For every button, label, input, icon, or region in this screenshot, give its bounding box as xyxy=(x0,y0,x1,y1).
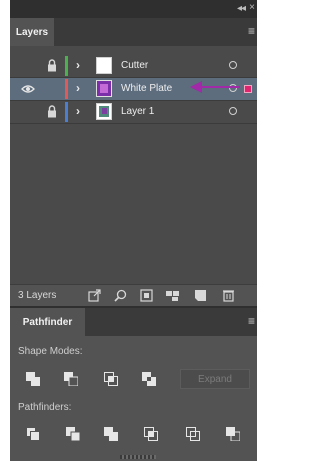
layers-footer: 3 Layers xyxy=(10,284,257,307)
intersect-icon[interactable] xyxy=(104,372,118,386)
minus-back-icon[interactable] xyxy=(226,427,240,441)
tab-pathfinder[interactable]: Pathfinder xyxy=(10,308,85,336)
exclude-icon[interactable] xyxy=(142,372,156,386)
thumbnail-art-detail xyxy=(102,108,107,114)
layers-list: › Cutter › White Plate › Layer 1 xyxy=(10,46,257,284)
layer-thumbnail xyxy=(96,103,112,120)
trim-icon[interactable] xyxy=(66,427,80,441)
panel-title-strip: ◂◂ × xyxy=(10,0,257,18)
expand-chevron-icon[interactable]: › xyxy=(76,81,80,95)
delete-icon[interactable] xyxy=(222,289,235,302)
panel-menu-icon[interactable]: ≡ xyxy=(248,314,255,328)
panel-menu-icon[interactable]: ≡ xyxy=(248,24,255,38)
resize-grip[interactable] xyxy=(120,455,156,459)
tab-layers[interactable]: Layers xyxy=(10,18,54,46)
eye-icon[interactable] xyxy=(21,83,35,95)
thumbnail-art xyxy=(100,84,108,93)
layer-color-bar xyxy=(65,79,68,99)
layer-thumbnail xyxy=(96,57,112,74)
layer-color-bar xyxy=(65,102,68,122)
layer-row-cutter[interactable]: › Cutter xyxy=(10,55,257,78)
expand-chevron-icon[interactable]: › xyxy=(76,58,80,72)
layer-count: 3 Layers xyxy=(18,290,57,301)
unite-icon[interactable] xyxy=(26,372,40,386)
collapse-panels-icon[interactable]: ◂◂ xyxy=(237,3,246,14)
target-circle-icon[interactable] xyxy=(229,61,237,69)
annotation-arrow-icon xyxy=(190,81,240,93)
minus-front-icon[interactable] xyxy=(64,372,78,386)
close-icon[interactable]: × xyxy=(249,2,255,13)
panel-frame: ◂◂ × Layers ≡ › Cutter › White Plate › L… xyxy=(10,0,257,461)
create-sublayer-icon[interactable] xyxy=(166,289,179,302)
expand-chevron-icon[interactable]: › xyxy=(76,104,80,118)
layer-name[interactable]: Cutter xyxy=(121,60,148,71)
make-clipping-mask-icon[interactable] xyxy=(140,289,153,302)
locate-object-icon[interactable] xyxy=(114,289,127,302)
expand-button[interactable]: Expand xyxy=(180,369,250,389)
export-icon[interactable] xyxy=(88,289,101,302)
layer-name[interactable]: Layer 1 xyxy=(121,106,154,117)
layer-thumbnail xyxy=(96,80,112,97)
layers-tab-bar: Layers ≡ xyxy=(10,18,257,46)
pathfinders-label: Pathfinders: xyxy=(18,402,72,413)
lock-icon[interactable] xyxy=(47,105,57,118)
layer-name[interactable]: White Plate xyxy=(121,83,172,94)
target-circle-icon[interactable] xyxy=(229,107,237,115)
divide-icon[interactable] xyxy=(26,427,40,441)
lock-icon[interactable] xyxy=(47,59,57,72)
pathfinder-tab-bar: Pathfinder ≡ xyxy=(10,308,257,336)
merge-icon[interactable] xyxy=(104,427,118,441)
new-layer-icon[interactable] xyxy=(194,289,207,302)
layer-color-bar xyxy=(65,56,68,76)
crop-icon[interactable] xyxy=(144,427,158,441)
selection-indicator[interactable] xyxy=(244,85,252,93)
outline-icon[interactable] xyxy=(186,427,200,441)
shape-modes-label: Shape Modes: xyxy=(18,346,83,357)
layer-row-layer-1[interactable]: › Layer 1 xyxy=(10,101,257,124)
